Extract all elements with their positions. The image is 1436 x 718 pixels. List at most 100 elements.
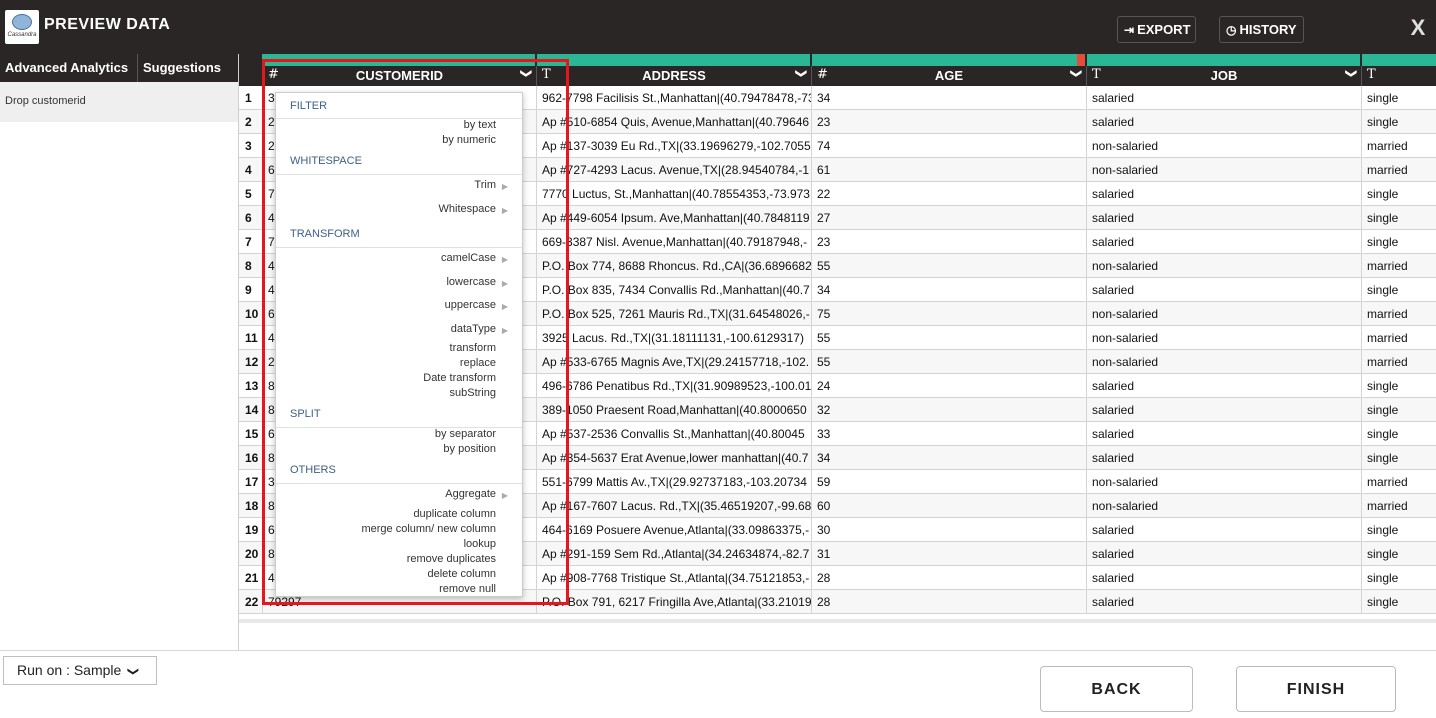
menu-item-remove-null[interactable]: remove null — [439, 583, 496, 595]
menu-item-camelcase[interactable]: camelCase — [441, 252, 496, 264]
menu-item-merge-column[interactable]: merge column/ new column — [361, 523, 496, 535]
chevron-right-icon: ▶ — [501, 206, 508, 215]
close-button[interactable]: X — [1407, 16, 1429, 40]
menu-item-delete-column[interactable]: delete column — [428, 568, 497, 580]
app-header: Cassandra PREVIEW DATA ⇥ EXPORT ◷ HISTOR… — [0, 0, 1436, 54]
row-number: 22 — [245, 595, 259, 609]
column-header-job[interactable]: T JOB ❯ — [1086, 66, 1361, 86]
cell-age: 34 — [811, 86, 1086, 110]
quality-bar-customerid — [262, 54, 535, 66]
cell-age: 23 — [811, 110, 1086, 134]
menu-item-duplicate-column[interactable]: duplicate column — [413, 508, 496, 520]
cell-age: 55 — [811, 254, 1086, 278]
run-on-select[interactable]: Run on : Sample ❯ — [3, 656, 157, 685]
menu-item-transform[interactable]: transform — [450, 342, 496, 354]
menu-item-lowercase[interactable]: lowercase — [446, 276, 496, 288]
cell-age: 28 — [811, 590, 1086, 614]
cell-marital: married — [1361, 134, 1436, 158]
cell-age: 30 — [811, 518, 1086, 542]
cell-job: non-salaried — [1086, 302, 1361, 326]
chevron-right-icon: ▶ — [501, 182, 508, 191]
cell-address: P.O. Box 525, 7261 Mauris Rd.,TX|(31.645… — [536, 302, 811, 326]
menu-section-others: OTHERS — [290, 464, 336, 476]
cell-job: salaried — [1086, 206, 1361, 230]
export-label: EXPORT — [1137, 22, 1191, 37]
cell-marital: single — [1361, 566, 1436, 590]
tab-advanced-analytics[interactable]: Advanced Analytics — [0, 54, 138, 82]
column-headers: # CUSTOMERID ❯ T ADDRESS ❯ # AGE ❯ T JOB… — [239, 66, 1436, 86]
column-name: ADDRESS — [642, 68, 706, 83]
cell-address: Ap #727-4293 Lacus. Avenue,TX|(28.945407… — [536, 158, 811, 182]
column-header-age[interactable]: # AGE ❯ — [811, 66, 1086, 86]
cell-age: 24 — [811, 374, 1086, 398]
menu-item-by-position[interactable]: by position — [443, 443, 496, 455]
menu-section-filter: FILTER — [290, 100, 328, 112]
back-button[interactable]: BACK — [1040, 666, 1193, 712]
row-number: 11 — [245, 331, 258, 345]
cell-address: Ap #449-6054 Ipsum. Ave,Manhattan|(40.78… — [536, 206, 811, 230]
chevron-right-icon: ▶ — [501, 491, 508, 500]
cell-marital: single — [1361, 518, 1436, 542]
cell-marital: married — [1361, 494, 1436, 518]
cell-age: 75 — [811, 302, 1086, 326]
cell-address: 389-1050 Praesent Road,Manhattan|(40.800… — [536, 398, 811, 422]
cell-address: Ap #167-7607 Lacus. Rd.,TX|(35.46519207,… — [536, 494, 811, 518]
column-name: AGE — [934, 68, 964, 83]
menu-item-aggregate[interactable]: Aggregate — [445, 488, 496, 500]
menu-item-whitespace[interactable]: Whitespace — [439, 203, 496, 215]
export-button[interactable]: ⇥ EXPORT — [1117, 16, 1196, 43]
cell-marital: married — [1361, 302, 1436, 326]
cell-job: salaried — [1086, 110, 1361, 134]
menu-item-substring[interactable]: subString — [450, 387, 496, 399]
menu-item-uppercase[interactable]: uppercase — [445, 299, 496, 311]
sidebar-step-item[interactable]: Drop customerid — [0, 82, 238, 122]
menu-item-datatype[interactable]: dataType — [451, 323, 496, 335]
finish-button[interactable]: FINISH — [1236, 666, 1396, 712]
menu-item-replace[interactable]: replace — [460, 357, 496, 369]
menu-section-transform: TRANSFORM — [290, 228, 360, 240]
history-button[interactable]: ◷ HISTORY — [1219, 16, 1304, 43]
column-header-customerid[interactable]: # CUSTOMERID ❯ — [262, 66, 536, 86]
menu-item-date-transform[interactable]: Date transform — [423, 372, 496, 384]
cell-job: salaried — [1086, 446, 1361, 470]
chevron-down-icon[interactable]: ❯ — [520, 69, 533, 78]
menu-item-remove-duplicates[interactable]: remove duplicates — [407, 553, 496, 565]
menu-item-by-numeric[interactable]: by numeric — [442, 134, 496, 146]
menu-item-trim[interactable]: Trim — [474, 179, 496, 191]
cell-marital: single — [1361, 278, 1436, 302]
cell-address: 669-3387 Nisl. Avenue,Manhattan|(40.7918… — [536, 230, 811, 254]
sidebar-tabs: Advanced Analytics Suggestions — [0, 54, 238, 82]
column-header-address[interactable]: T ADDRESS ❯ — [536, 66, 811, 86]
cell-marital: married — [1361, 350, 1436, 374]
tab-suggestions[interactable]: Suggestions — [138, 54, 226, 82]
menu-item-by-text[interactable]: by text — [464, 119, 496, 131]
chevron-right-icon: ▶ — [501, 326, 508, 335]
chevron-down-icon[interactable]: ❯ — [1345, 69, 1358, 78]
cell-marital: married — [1361, 254, 1436, 278]
chevron-down-icon: ❯ — [127, 666, 140, 677]
cell-job: salaried — [1086, 182, 1361, 206]
horizontal-scrollbar[interactable] — [239, 619, 1436, 623]
chevron-down-icon[interactable]: ❯ — [1070, 69, 1083, 78]
row-number: 8 — [245, 259, 252, 273]
cell-marital: single — [1361, 374, 1436, 398]
cell-age: 55 — [811, 350, 1086, 374]
menu-item-by-separator[interactable]: by separator — [435, 428, 496, 440]
cell-job: non-salaried — [1086, 254, 1361, 278]
menu-item-lookup[interactable]: lookup — [464, 538, 496, 550]
cell-age: 61 — [811, 158, 1086, 182]
cell-job: salaried — [1086, 374, 1361, 398]
row-number: 17 — [245, 475, 259, 489]
cell-age: 33 — [811, 422, 1086, 446]
quality-bar-age — [812, 54, 1077, 66]
cell-age: 60 — [811, 494, 1086, 518]
cell-address: P.O. Box 791, 6217 Fringilla Ave,Atlanta… — [536, 590, 811, 614]
cell-job: non-salaried — [1086, 350, 1361, 374]
chevron-down-icon[interactable]: ❯ — [795, 69, 808, 78]
cell-marital: single — [1361, 206, 1436, 230]
cell-address: Ap #137-3039 Eu Rd.,TX|(33.19696279,-102… — [536, 134, 811, 158]
cell-age: 74 — [811, 134, 1086, 158]
row-number: 16 — [245, 451, 259, 465]
column-header-marital[interactable]: T — [1361, 66, 1436, 86]
cell-address: Ap #533-6765 Magnis Ave,TX|(29.24157718,… — [536, 350, 811, 374]
